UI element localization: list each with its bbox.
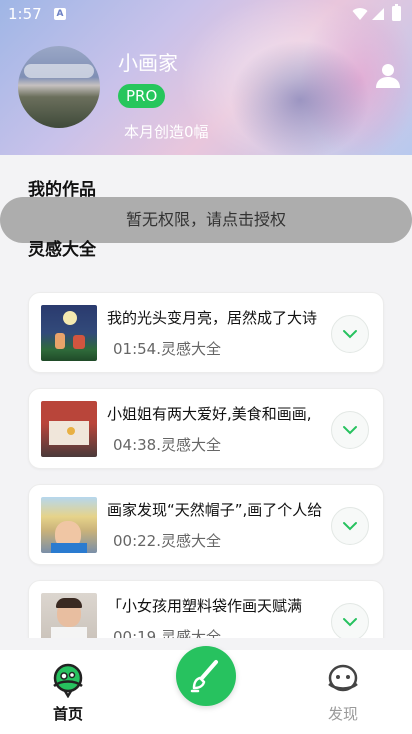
profile-header: 1:57 A 小画家 PRO 本月创造0幅 [0, 0, 412, 155]
video-thumbnail [41, 497, 97, 553]
battery-icon [392, 4, 401, 21]
thumb-figure [73, 335, 85, 349]
monthly-created-count: 本月创造0幅 [124, 123, 209, 141]
nav-home-label: 首页 [52, 705, 83, 723]
item-title: 我的光头变月亮，居然成了大诗 [107, 309, 318, 327]
username: 小画家 [118, 51, 178, 75]
thumb-dot [67, 427, 75, 435]
notification-app-icon: A [54, 8, 66, 20]
status-time: 1:57 [8, 5, 42, 23]
nav-discover[interactable]: 发现 [303, 660, 383, 726]
list-item[interactable]: 小姐姐有两大爱好,美食和画画, 04:38.灵感大全 [28, 388, 384, 469]
list-item[interactable]: 「小女孩用塑料袋作画天赋满 00:19.灵感大全 [28, 580, 384, 638]
chevron-down-icon [343, 426, 357, 435]
item-meta: 04:38.灵感大全 [113, 436, 221, 454]
item-title: 「小女孩用塑料袋作画天赋满 [107, 597, 303, 615]
pro-badge: PRO [118, 84, 166, 108]
chevron-down-icon [343, 522, 357, 531]
nav-discover-label: 发现 [327, 705, 358, 723]
expand-button[interactable] [331, 315, 369, 353]
thumb-body [51, 627, 87, 638]
list-item[interactable]: 画家发现“天然帽子”,画了个人给 00:22.灵感大全 [28, 484, 384, 565]
thumb-figure [55, 333, 65, 349]
expand-button[interactable] [331, 411, 369, 449]
app-root: 1:57 A 小画家 PRO 本月创造0幅 我的作品 暂无权限，请点击授权 灵感… [0, 0, 412, 734]
status-bar: 1:57 A [0, 0, 412, 28]
item-meta: 00:22.灵感大全 [113, 532, 221, 550]
inspiration-title: 灵感大全 [28, 240, 96, 260]
avatar-cloud [24, 64, 94, 78]
video-thumbnail [41, 305, 97, 361]
thumb-shirt [51, 543, 87, 553]
wifi-icon [352, 8, 368, 20]
list-item[interactable]: 我的光头变月亮，居然成了大诗 01:54.灵感大全 [28, 292, 384, 373]
video-thumbnail [41, 401, 97, 457]
expand-button[interactable] [331, 507, 369, 545]
item-meta: 01:54.灵感大全 [113, 340, 221, 358]
header-art-figure [230, 40, 370, 155]
paintbrush-icon [190, 660, 218, 693]
create-button[interactable] [176, 646, 236, 706]
avatar[interactable] [18, 46, 100, 128]
item-title: 画家发现“天然帽子”,画了个人给 [107, 501, 323, 519]
thumb-hair [56, 598, 82, 608]
home-planet-icon [53, 663, 83, 698]
user-icon[interactable] [372, 60, 404, 92]
chevron-down-icon [343, 330, 357, 339]
expand-button[interactable] [331, 603, 369, 638]
item-title: 小姐姐有两大爱好,美食和画画, [107, 405, 312, 423]
discover-planet-icon [328, 664, 358, 692]
thumb-moon [63, 311, 77, 325]
item-meta: 00:19.灵感大全 [113, 628, 221, 638]
inspiration-list[interactable]: 我的光头变月亮，居然成了大诗 01:54.灵感大全 小姐姐有两大爱好,美食和画画… [0, 282, 412, 638]
nav-home[interactable]: 首页 [28, 660, 108, 726]
chevron-down-icon [343, 618, 357, 627]
video-thumbnail [41, 593, 97, 638]
signal-icon [372, 8, 384, 20]
